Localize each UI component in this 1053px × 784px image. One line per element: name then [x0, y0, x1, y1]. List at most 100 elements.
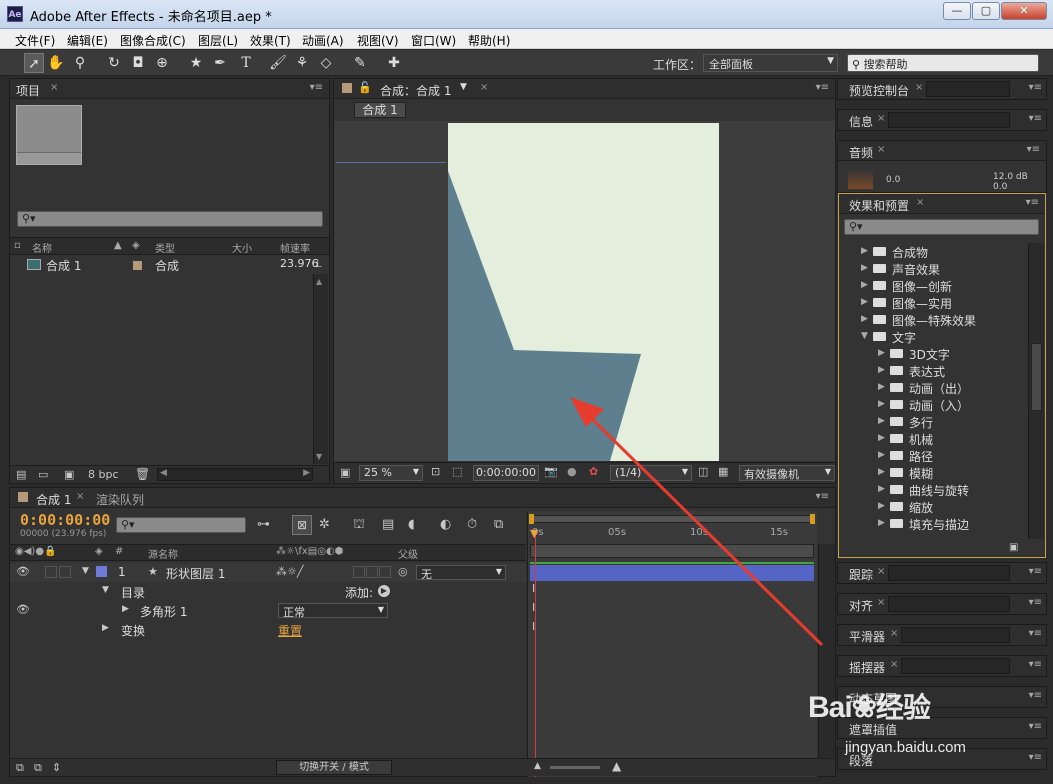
switch-box[interactable] [379, 566, 391, 578]
effects-category-row[interactable]: ▶ 声音效果 [839, 260, 1027, 277]
panel-menu-icon[interactable]: ▾≡ [816, 82, 829, 93]
expand-in-out-icon[interactable]: ⇕ [52, 761, 61, 774]
panel-menu-icon[interactable]: ▾≡ [1029, 113, 1042, 124]
pickwhip-icon[interactable]: ◎ [398, 565, 408, 578]
menu-edit[interactable]: 编辑(E) [67, 32, 108, 49]
minimize-button[interactable]: — [943, 2, 971, 20]
expand-triangle-icon[interactable]: ▼ [102, 585, 109, 595]
brush-tool-icon[interactable]: 🖌 [268, 53, 288, 73]
comp-mini-flowchart-icon[interactable]: ⊶ [257, 517, 270, 532]
region-of-interest-icon[interactable]: ◫ [698, 465, 708, 478]
tab-project[interactable]: 项目 [16, 82, 40, 99]
close-icon[interactable]: × [915, 82, 923, 93]
comp-subtab[interactable]: 合成 1 [354, 102, 406, 118]
star-tool-icon[interactable]: ★ [186, 53, 206, 73]
parent-select[interactable]: 无 ▼ [416, 565, 506, 581]
zoom-slider[interactable] [550, 766, 600, 769]
close-icon[interactable]: × [877, 597, 885, 608]
menu-effect[interactable]: 效果(T) [250, 32, 291, 49]
auto-keyframe-icon[interactable]: ⏱ [467, 517, 477, 532]
close-icon[interactable]: × [890, 659, 898, 670]
polygon-row[interactable]: 👁 ▶ 多角形 1 正常 ▼ [10, 601, 526, 620]
live-update-icon[interactable]: ⊠ [292, 515, 312, 535]
panel-menu-icon[interactable]: ▾≡ [1029, 628, 1042, 639]
layer-row[interactable]: 👁 ▼ 1 ★ 形状图层 1 ⁂☼╱ ◎ 无 ▼ [10, 563, 526, 582]
comp-viewer[interactable] [334, 121, 835, 461]
scroll-thumb[interactable] [1031, 343, 1042, 411]
col-number[interactable]: # [115, 546, 123, 557]
time-graph[interactable]: 0s 05s 10s 15s I I I ▼ [527, 511, 817, 777]
pen-tool-icon[interactable]: ✒ [210, 53, 230, 73]
rotation-tool-icon[interactable]: ↻ [104, 53, 124, 73]
tab-composition[interactable]: 合成：合成 1 [380, 82, 451, 99]
tab-effects-presets[interactable]: 效果和预置 [849, 197, 909, 214]
tab-render-queue[interactable]: 渲染队列 [96, 491, 144, 508]
toggle-switches-modes-button[interactable]: 切换开关 / 模式 [276, 760, 392, 775]
hide-shy-layers-icon[interactable]: ⛫ [353, 517, 365, 534]
tab-timeline[interactable]: 合成 1 [36, 491, 71, 508]
roto-brush-tool-icon[interactable]: ✎ [350, 53, 370, 73]
panel-menu-icon[interactable]: ▾≡ [1029, 82, 1042, 93]
layer-switches-icons[interactable]: ⁂☼╱ [276, 565, 303, 578]
switch-box[interactable] [353, 566, 365, 578]
menu-file[interactable]: 文件(F) [15, 32, 55, 49]
workspace-select[interactable]: 全部面板 ▼ [703, 54, 838, 72]
maximize-button[interactable]: ▢ [972, 2, 1000, 20]
close-icon[interactable]: × [76, 491, 84, 502]
effects-subcategory-row[interactable]: ▶ 模糊 [839, 464, 1027, 481]
eye-icon[interactable]: 👁 [16, 603, 30, 616]
work-area-start[interactable] [529, 514, 534, 524]
effects-search-input[interactable]: ⚲▾ [844, 219, 1039, 235]
panel-menu-icon[interactable]: ▾≡ [1029, 752, 1042, 763]
timeline-search-input[interactable]: ⚲▾ [116, 517, 246, 533]
panel-menu-icon[interactable]: ▾≡ [1029, 566, 1042, 577]
frame-blending-icon[interactable]: ▤ [382, 517, 394, 532]
col-size[interactable]: 大小 [232, 240, 252, 255]
graph-editor-icon[interactable]: ⧉ [494, 517, 503, 532]
draft-3d-icon[interactable]: ✲ [319, 517, 330, 532]
tab-preview[interactable]: 预览控制台 [849, 82, 909, 99]
transparency-grid-icon[interactable]: ▦ [718, 465, 728, 478]
col-type[interactable]: 类型 [155, 240, 175, 255]
tab-audio[interactable]: 音频 [849, 144, 873, 161]
effects-category-row[interactable]: ▶ 图像—特殊效果 [839, 311, 1027, 328]
mask-visibility-icon[interactable]: ⬚ [452, 465, 462, 478]
tab-tracker[interactable]: 跟踪 [849, 566, 873, 583]
brainstorm-icon[interactable]: ◐ [440, 517, 451, 532]
close-icon[interactable]: × [877, 113, 885, 124]
panel-menu-icon[interactable]: ▾≡ [816, 491, 829, 502]
menu-view[interactable]: 视图(V) [357, 32, 399, 49]
collapse-triangle-icon[interactable]: ▶ [102, 623, 109, 633]
close-icon[interactable]: × [890, 628, 898, 639]
clone-stamp-tool-icon[interactable]: ⚘ [292, 53, 312, 73]
zoom-out-icon[interactable]: ▲ [534, 761, 541, 771]
add-play-icon[interactable]: ▶ [378, 585, 390, 597]
show-snapshot-icon[interactable]: ● [567, 465, 577, 478]
resolution-select[interactable]: (1/4) ▼ [610, 465, 692, 481]
layer-name[interactable]: 形状图层 1 [166, 565, 225, 582]
panel-menu-icon[interactable]: ▾≡ [310, 82, 323, 93]
blend-mode-select[interactable]: 正常 ▼ [278, 603, 388, 619]
effects-subcategory-row[interactable]: ▶ 3D文字 [839, 345, 1027, 362]
timecode-display[interactable]: 0:00:00:00 [473, 465, 539, 481]
text-tool-icon[interactable]: T [236, 53, 256, 73]
timeline-timecode[interactable]: 0:00:00:00 [20, 511, 110, 529]
channel-icon[interactable]: ✿ [589, 465, 598, 478]
expand-triangle-icon[interactable]: ▼ [82, 566, 89, 576]
effects-subcategory-row[interactable]: ▶ 动画（出） [839, 379, 1027, 396]
menu-help[interactable]: 帮助(H) [468, 32, 510, 49]
contents-row[interactable]: ▼ 目录 添加: ▶ [10, 582, 526, 601]
tab-wiggler[interactable]: 摇摆器 [849, 659, 885, 676]
panel-menu-icon[interactable]: ▾≡ [1026, 197, 1039, 208]
close-button[interactable]: ✕ [1001, 2, 1047, 20]
tab-align[interactable]: 对齐 [849, 597, 873, 614]
eraser-tool-icon[interactable]: ◇ [316, 53, 336, 73]
effects-subcategory-row[interactable]: ▶ 表达式 [839, 362, 1027, 379]
comp-dropdown-icon[interactable]: ▼ [460, 82, 467, 92]
menu-layer[interactable]: 图层(L) [198, 32, 238, 49]
menu-window[interactable]: 窗口(W) [411, 32, 456, 49]
motion-blur-icon[interactable]: ◖ [408, 517, 415, 532]
work-area-bar[interactable] [529, 514, 815, 524]
project-vscrollbar[interactable]: ▲ ▼ [313, 274, 328, 464]
hand-tool-icon[interactable]: ✋ [46, 53, 66, 73]
